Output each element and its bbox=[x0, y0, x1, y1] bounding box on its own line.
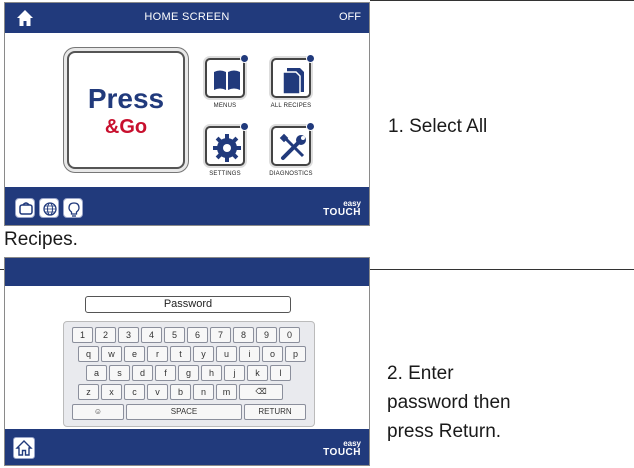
key[interactable]: 3 bbox=[118, 327, 139, 343]
all-recipes-label: ALL RECIPES bbox=[270, 103, 312, 109]
diagnostics-tile[interactable] bbox=[271, 122, 315, 166]
book-icon bbox=[214, 70, 240, 90]
key[interactable]: w bbox=[101, 346, 122, 362]
lock-icon bbox=[306, 54, 315, 63]
step1-caption-line2: Recipes. bbox=[4, 229, 78, 250]
key[interactable]: s bbox=[109, 365, 130, 381]
key[interactable]: j bbox=[224, 365, 245, 381]
tools-icon bbox=[279, 133, 306, 160]
menus-label: MENUS bbox=[213, 103, 237, 109]
all-recipes-tile[interactable] bbox=[271, 54, 315, 98]
key[interactable]: k bbox=[247, 365, 268, 381]
home-button[interactable] bbox=[13, 437, 35, 459]
key[interactable]: n bbox=[193, 384, 214, 400]
press-and-go-button[interactable]: Press &Go bbox=[67, 51, 185, 169]
key[interactable]: t bbox=[170, 346, 191, 362]
key[interactable]: 0 bbox=[279, 327, 300, 343]
gear-icon bbox=[213, 134, 241, 162]
easy-touch-logo: easy TOUCH bbox=[323, 439, 361, 458]
menus-tile[interactable] bbox=[205, 54, 249, 98]
key[interactable]: 8 bbox=[233, 327, 254, 343]
on-screen-keyboard: 1 2 3 4 5 6 7 8 9 0 q w e r t y u i o p … bbox=[63, 321, 315, 427]
key[interactable]: b bbox=[170, 384, 191, 400]
globe-icon[interactable] bbox=[39, 198, 59, 218]
power-status[interactable]: OFF bbox=[339, 11, 361, 23]
press-go-line1: Press bbox=[87, 83, 165, 114]
key[interactable]: l bbox=[270, 365, 291, 381]
key[interactable]: u bbox=[216, 346, 237, 362]
bottom-bar: easy TOUCH bbox=[5, 187, 369, 225]
key-row: ☺ SPACE RETURN bbox=[64, 404, 314, 420]
key[interactable]: h bbox=[201, 365, 222, 381]
screen-title: HOME SCREEN bbox=[144, 11, 230, 23]
key[interactable]: g bbox=[178, 365, 199, 381]
key-row: z x c v b n m ⌫ bbox=[64, 384, 314, 400]
step2-caption-line2: password then bbox=[387, 392, 511, 413]
lock-icon bbox=[240, 122, 249, 131]
symbol-key[interactable]: ☺ bbox=[72, 404, 124, 420]
key[interactable]: v bbox=[147, 384, 168, 400]
top-rule bbox=[370, 0, 634, 1]
key[interactable]: o bbox=[262, 346, 283, 362]
settings-label: SETTINGS bbox=[209, 171, 241, 177]
key[interactable]: y bbox=[193, 346, 214, 362]
document-icon bbox=[282, 68, 304, 95]
settings-tile[interactable] bbox=[205, 122, 249, 166]
step1-caption-line1: 1. Select All bbox=[388, 116, 488, 137]
key[interactable]: 9 bbox=[256, 327, 277, 343]
return-key[interactable]: RETURN bbox=[244, 404, 306, 420]
key-row: q w e r t y u i o p bbox=[64, 346, 314, 362]
key[interactable]: 5 bbox=[164, 327, 185, 343]
key[interactable]: i bbox=[239, 346, 260, 362]
key[interactable]: 7 bbox=[210, 327, 231, 343]
password-input[interactable]: Password bbox=[85, 296, 291, 313]
space-key[interactable]: SPACE bbox=[126, 404, 242, 420]
easy-touch-logo: easy TOUCH bbox=[323, 199, 361, 218]
key[interactable]: 1 bbox=[72, 327, 93, 343]
key[interactable]: x bbox=[101, 384, 122, 400]
press-go-line2: &Go bbox=[104, 116, 148, 138]
key[interactable]: c bbox=[124, 384, 145, 400]
key-row: a s d f g h j k l bbox=[64, 365, 314, 381]
lock-icon bbox=[240, 54, 249, 63]
home-screen-panel: HOME SCREEN OFF Press &Go MENUS ALL RECI… bbox=[4, 2, 370, 226]
lock-icon bbox=[306, 122, 315, 131]
key[interactable]: p bbox=[285, 346, 306, 362]
top-bar bbox=[5, 258, 369, 286]
key[interactable]: f bbox=[155, 365, 176, 381]
step2-caption-line1: 2. Enter bbox=[387, 363, 454, 384]
key[interactable]: q bbox=[78, 346, 99, 362]
home-icon bbox=[15, 440, 33, 456]
key[interactable]: z bbox=[78, 384, 99, 400]
cart-icon[interactable] bbox=[15, 198, 35, 218]
top-bar: HOME SCREEN OFF bbox=[5, 3, 369, 33]
step2-caption-line3: press Return. bbox=[387, 421, 502, 442]
key[interactable]: 6 bbox=[187, 327, 208, 343]
key[interactable]: m bbox=[216, 384, 237, 400]
backspace-key[interactable]: ⌫ bbox=[239, 384, 283, 400]
key[interactable]: 2 bbox=[95, 327, 116, 343]
key[interactable]: a bbox=[86, 365, 107, 381]
key[interactable]: e bbox=[124, 346, 145, 362]
key[interactable]: r bbox=[147, 346, 168, 362]
password-screen-panel: Password 1 2 3 4 5 6 7 8 9 0 q w e r t y… bbox=[4, 257, 370, 466]
bottom-bar: easy TOUCH bbox=[5, 429, 369, 465]
key-row: 1 2 3 4 5 6 7 8 9 0 bbox=[64, 327, 314, 343]
key[interactable]: 4 bbox=[141, 327, 162, 343]
diagnostics-label: DIAGNOSTICS bbox=[269, 171, 313, 177]
lightbulb-icon[interactable] bbox=[63, 198, 83, 218]
key[interactable]: d bbox=[132, 365, 153, 381]
